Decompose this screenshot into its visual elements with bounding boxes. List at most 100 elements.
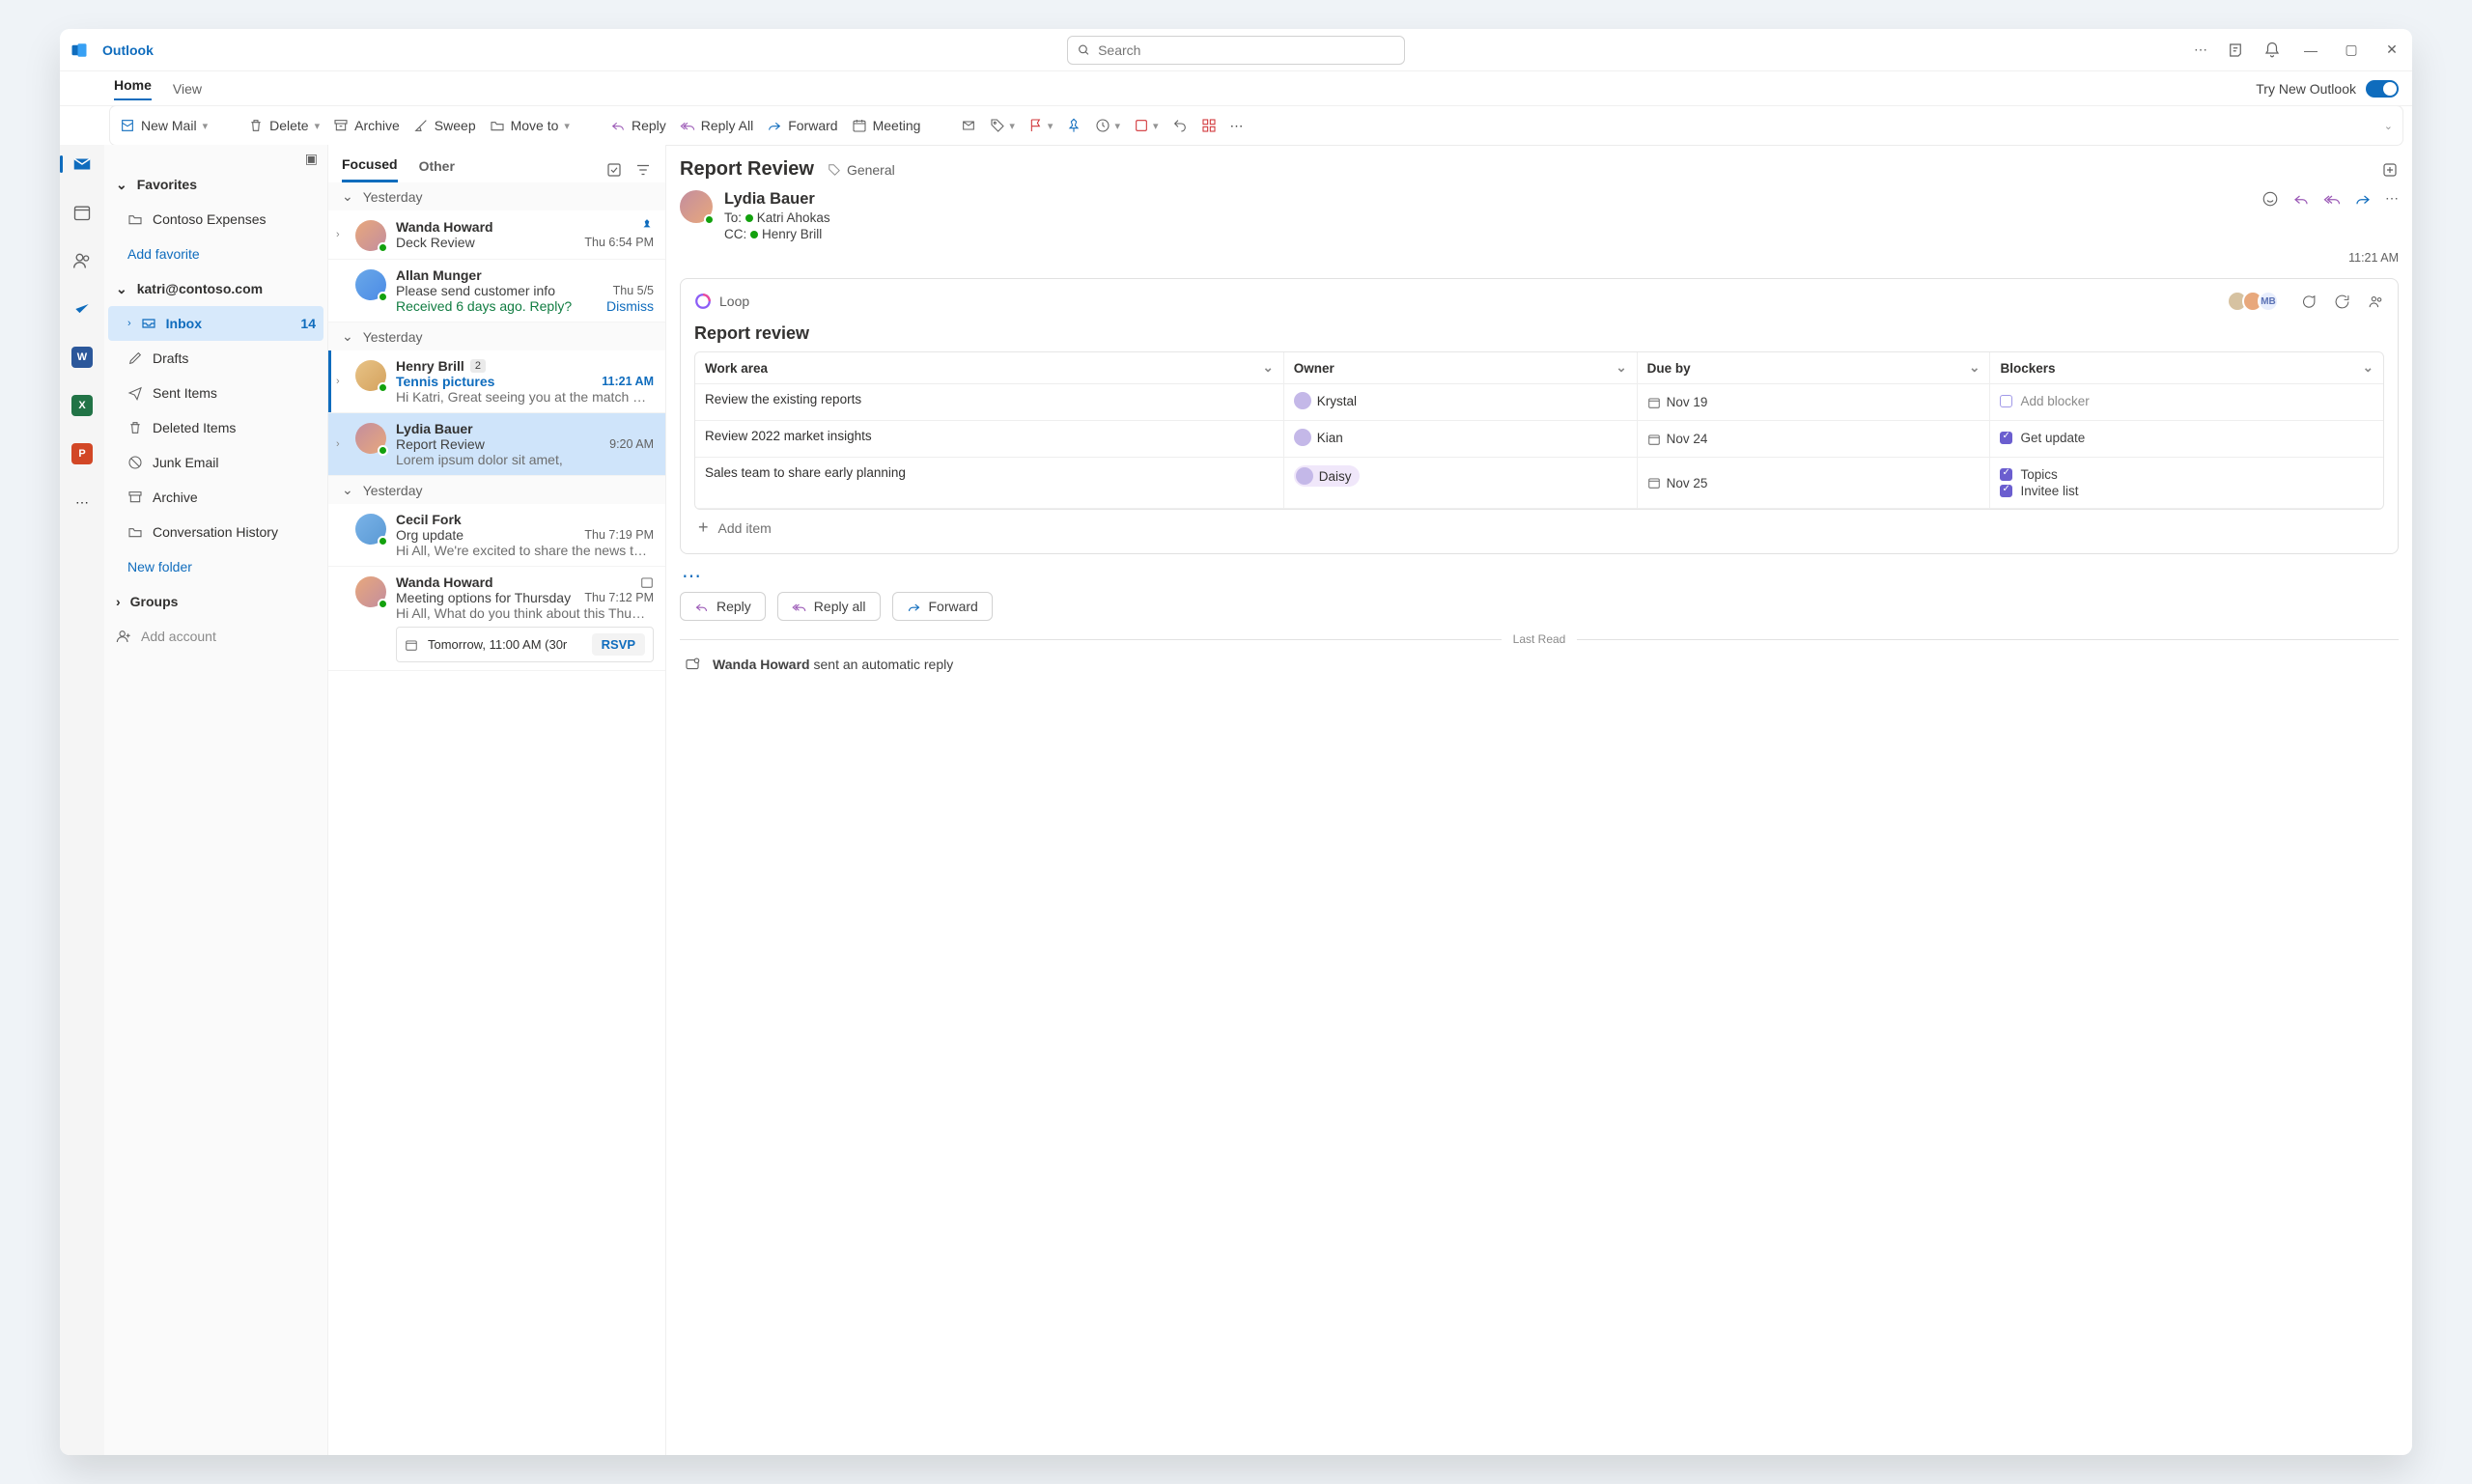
- dismiss-link[interactable]: Dismiss: [606, 298, 654, 314]
- message-item[interactable]: Wanda Howard Meeting options for Thursda…: [328, 567, 665, 671]
- message-item[interactable]: › Wanda Howard Deck ReviewThu 6:54 PM: [328, 210, 665, 260]
- folder-inbox[interactable]: › Inbox14: [108, 306, 323, 341]
- folder-junk[interactable]: Junk Email: [108, 445, 323, 480]
- window-minimize[interactable]: —: [2300, 42, 2321, 58]
- replyall-pill[interactable]: Reply all: [777, 592, 881, 621]
- window-close[interactable]: ✕: [2381, 42, 2402, 58]
- calendar-item-icon: [640, 575, 654, 589]
- rail-todo[interactable]: [69, 295, 96, 322]
- reply-pill[interactable]: Reply: [680, 592, 766, 621]
- search-input[interactable]: [1098, 42, 1394, 58]
- table-row[interactable]: Review the existing reportsKrystalNov 19…: [695, 384, 2383, 421]
- pin-icon[interactable]: [1066, 118, 1082, 133]
- meeting-button[interactable]: Meeting: [852, 118, 921, 133]
- filter-icon[interactable]: [634, 161, 652, 179]
- rail-more[interactable]: ⋯: [69, 489, 96, 516]
- table-row[interactable]: Sales team to share early planningDaisyN…: [695, 458, 2383, 509]
- groups-header[interactable]: ›Groups: [108, 584, 323, 619]
- add-favorite-link[interactable]: Add favorite: [108, 237, 323, 271]
- add-to-board-icon[interactable]: [2381, 161, 2399, 179]
- add-account-link[interactable]: Add account: [108, 619, 323, 654]
- select-all-icon[interactable]: [605, 161, 623, 179]
- expand-icon[interactable]: ›: [336, 376, 346, 387]
- rail-word[interactable]: W: [69, 344, 96, 371]
- flag-icon[interactable]: ▾: [1028, 118, 1053, 133]
- ribbon-more-icon[interactable]: ⋯: [1230, 118, 1244, 134]
- main: W X P ⋯ ▣ ⌄Favorites Contoso Expenses Ad…: [60, 145, 2412, 1455]
- message-more-icon[interactable]: ⋯: [2385, 190, 2399, 207]
- group-header[interactable]: ⌄Yesterday: [328, 476, 665, 504]
- auto-reply-row[interactable]: Wanda Howard sent an automatic reply: [666, 646, 2412, 683]
- category-general[interactable]: General: [828, 162, 895, 178]
- collapse-folders-icon[interactable]: ▣: [108, 151, 323, 167]
- tab-view[interactable]: View: [173, 81, 202, 97]
- read-unread-icon[interactable]: [961, 118, 976, 133]
- rail-people[interactable]: [69, 247, 96, 274]
- message-item[interactable]: Cecil Fork Org updateThu 7:19 PM Hi All,…: [328, 504, 665, 567]
- tab-home[interactable]: Home: [114, 77, 152, 100]
- folder-archive[interactable]: Archive: [108, 480, 323, 515]
- delete-button[interactable]: Delete▾: [248, 118, 320, 133]
- forward-pill[interactable]: Forward: [892, 592, 993, 621]
- rail-powerpoint[interactable]: P: [69, 440, 96, 467]
- apps-icon[interactable]: [1201, 118, 1217, 133]
- replyall-button[interactable]: Reply All: [680, 118, 753, 133]
- replyall-icon[interactable]: [2323, 190, 2341, 208]
- tab-other[interactable]: Other: [419, 158, 455, 182]
- reply-button[interactable]: Reply: [610, 118, 666, 133]
- undo-icon[interactable]: [1172, 118, 1188, 133]
- rail-excel[interactable]: X: [69, 392, 96, 419]
- loop-component[interactable]: Loop MB Report review Work area⌄ Owner⌄ …: [680, 278, 2399, 554]
- window-maximize[interactable]: ▢: [2341, 42, 2362, 58]
- search-box[interactable]: [1067, 36, 1405, 65]
- new-folder-link[interactable]: New folder: [108, 549, 323, 584]
- tab-focused[interactable]: Focused: [342, 156, 398, 182]
- comment-icon[interactable]: [2300, 294, 2317, 310]
- group-header[interactable]: ⌄Yesterday: [328, 182, 665, 210]
- share-people-icon[interactable]: [2368, 294, 2384, 310]
- loop-label: Loop: [719, 294, 749, 309]
- refresh-icon[interactable]: [2334, 294, 2350, 310]
- bell-icon[interactable]: [2263, 42, 2281, 59]
- favorites-header[interactable]: ⌄Favorites: [108, 167, 323, 202]
- ribbon-expand-icon[interactable]: ⌄: [2384, 120, 2393, 132]
- tag-icon[interactable]: ▾: [990, 118, 1015, 133]
- message-item-selected[interactable]: › Lydia Bauer Report Review9:20 AM Lorem…: [328, 413, 665, 476]
- folder-drafts[interactable]: Drafts: [108, 341, 323, 376]
- folder-conversation-history[interactable]: Conversation History: [108, 515, 323, 549]
- rail-calendar[interactable]: [69, 199, 96, 226]
- react-icon[interactable]: [2261, 190, 2279, 208]
- message-item[interactable]: Allan Munger Please send customer infoTh…: [328, 260, 665, 322]
- snooze-icon[interactable]: ▾: [1095, 118, 1120, 133]
- forward-icon[interactable]: [2354, 190, 2372, 208]
- forward-button[interactable]: Forward: [767, 118, 837, 133]
- folder-sent[interactable]: Sent Items: [108, 376, 323, 410]
- sweep-button[interactable]: Sweep: [413, 118, 476, 133]
- sender-avatar: [680, 190, 713, 223]
- rsvp-card: Tomorrow, 11:00 AM (30r RSVP: [396, 627, 654, 662]
- more-icon[interactable]: ⋯: [2194, 42, 2207, 58]
- reply-icon[interactable]: [2292, 190, 2310, 208]
- expand-message-icon[interactable]: ⋯: [666, 564, 2412, 588]
- archive-button[interactable]: Archive: [333, 118, 400, 133]
- loop-table[interactable]: Work area⌄ Owner⌄ Due by⌄ Blockers⌄ Revi…: [694, 351, 2384, 510]
- moveto-button[interactable]: Move to▾: [490, 118, 570, 133]
- rsvp-button[interactable]: RSVP: [592, 633, 645, 656]
- message-item[interactable]: › Henry Brill2 Tennis pictures11:21 AM H…: [328, 350, 665, 413]
- app-logo-icon: [60, 42, 98, 59]
- rail-mail[interactable]: [69, 151, 96, 178]
- rules-icon[interactable]: ▾: [1134, 118, 1159, 133]
- expand-icon[interactable]: ›: [336, 229, 346, 240]
- expand-icon[interactable]: ›: [336, 438, 346, 450]
- try-new-outlook-toggle[interactable]: [2366, 80, 2399, 98]
- new-mail-button[interactable]: New Mail▾: [120, 118, 208, 133]
- group-header[interactable]: ⌄Yesterday: [328, 322, 665, 350]
- add-item-row[interactable]: +Add item: [694, 510, 2384, 546]
- facepile[interactable]: MB: [2233, 291, 2279, 312]
- note-icon[interactable]: [2227, 42, 2244, 59]
- message-timestamp: 11:21 AM: [666, 251, 2412, 265]
- folder-contoso-expenses[interactable]: Contoso Expenses: [108, 202, 323, 237]
- account-header[interactable]: ⌄katri@contoso.com: [108, 271, 323, 306]
- folder-deleted[interactable]: Deleted Items: [108, 410, 323, 445]
- table-row[interactable]: Review 2022 market insightsKianNov 24Get…: [695, 421, 2383, 458]
